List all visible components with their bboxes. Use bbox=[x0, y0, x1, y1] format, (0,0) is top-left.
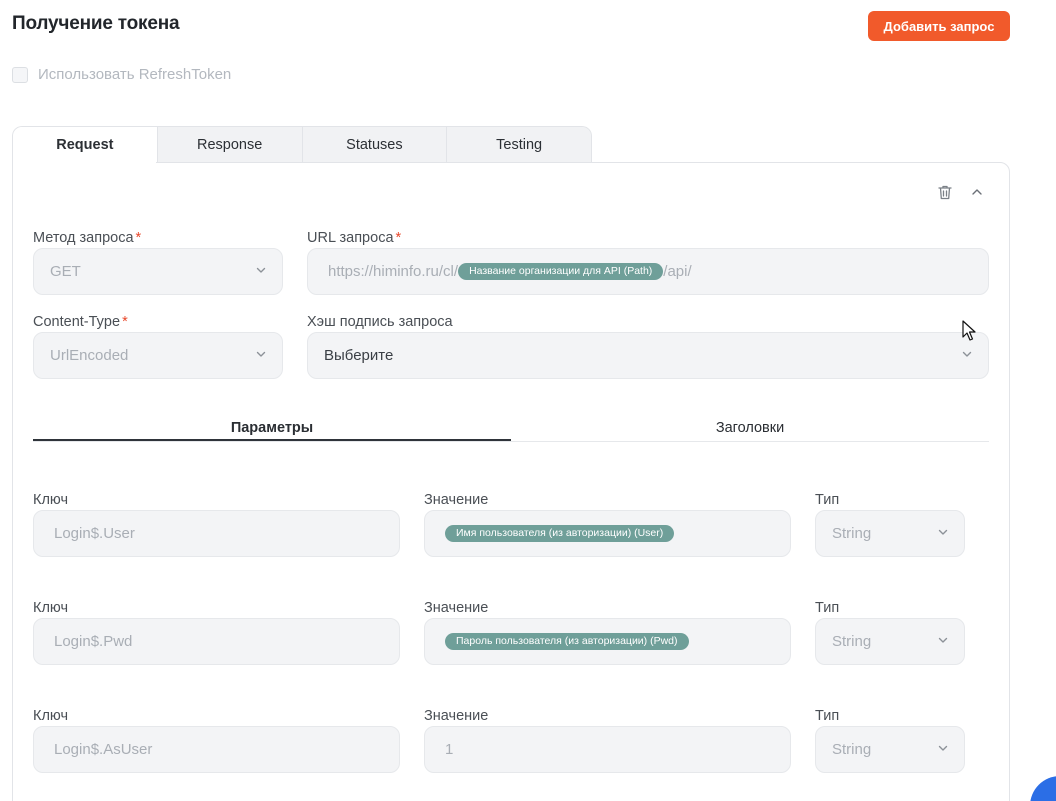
url-suffix: /api/ bbox=[663, 263, 692, 280]
add-request-button[interactable]: Добавить запрос bbox=[868, 11, 1010, 41]
param-value-input[interactable]: Имя пользователя (из авторизации) (User) bbox=[424, 510, 791, 557]
param-key-label: Ключ bbox=[33, 492, 69, 508]
param-key-label: Ключ bbox=[33, 708, 69, 724]
refresh-token-label: Использовать RefreshToken bbox=[38, 66, 232, 83]
content-type-select[interactable]: UrlEncoded bbox=[33, 332, 283, 379]
request-tabs: Request Response Statuses Testing bbox=[12, 126, 592, 163]
tab-headers[interactable]: Заголовки bbox=[511, 414, 989, 441]
tab-request[interactable]: Request bbox=[13, 127, 157, 163]
refresh-token-checkbox[interactable] bbox=[12, 66, 28, 83]
param-key-value: Login$.Pwd bbox=[54, 633, 133, 650]
tab-testing[interactable]: Testing bbox=[446, 127, 591, 163]
url-input[interactable]: https://himinfo.ru/cl/Название организац… bbox=[307, 248, 989, 295]
param-key-value: Login$.AsUser bbox=[54, 741, 153, 758]
url-prefix: https://himinfo.ru/cl/ bbox=[328, 263, 459, 280]
hash-label: Хэш подпись запроса bbox=[307, 314, 453, 330]
chevron-down-icon bbox=[938, 637, 948, 643]
param-key-input[interactable]: Login$.Pwd bbox=[33, 618, 400, 665]
param-value-chip[interactable]: Пароль пользователя (из авторизации) (Pw… bbox=[445, 633, 689, 650]
hash-select[interactable]: Выберите bbox=[307, 332, 989, 379]
method-value: GET bbox=[50, 263, 81, 280]
tab-statuses[interactable]: Statuses bbox=[301, 127, 447, 163]
method-label: Метод запроса * bbox=[33, 230, 142, 246]
refresh-token-row[interactable]: Использовать RefreshToken bbox=[12, 66, 231, 83]
param-type-value: String bbox=[832, 633, 872, 650]
chevron-down-icon bbox=[938, 529, 948, 535]
url-label: URL запроса * bbox=[307, 230, 402, 246]
tab-join bbox=[13, 161, 156, 164]
param-type-label: Тип bbox=[815, 492, 840, 508]
method-select[interactable]: GET bbox=[33, 248, 283, 295]
param-value-input[interactable]: 1 bbox=[424, 726, 791, 773]
hash-value: Выберите bbox=[324, 347, 394, 364]
param-key-input[interactable]: Login$.AsUser bbox=[33, 726, 400, 773]
params-headers-tabs: Параметры Заголовки bbox=[33, 414, 989, 442]
tab-response[interactable]: Response bbox=[156, 127, 302, 163]
param-value-text: 1 bbox=[445, 741, 454, 758]
chevron-down-icon bbox=[962, 351, 972, 357]
content-type-label: Content-Type * bbox=[33, 314, 128, 330]
param-value-chip[interactable]: Имя пользователя (из авторизации) (User) bbox=[445, 525, 675, 542]
chevron-down-icon bbox=[256, 267, 266, 273]
param-value-label: Значение bbox=[424, 600, 489, 616]
chevron-up-icon[interactable] bbox=[967, 182, 987, 202]
param-key-label: Ключ bbox=[33, 600, 69, 616]
param-type-select[interactable]: String bbox=[815, 618, 965, 665]
param-type-select[interactable]: String bbox=[815, 726, 965, 773]
content-type-value: UrlEncoded bbox=[50, 347, 129, 364]
tab-params[interactable]: Параметры bbox=[33, 414, 511, 441]
param-type-value: String bbox=[832, 741, 872, 758]
param-type-label: Тип bbox=[815, 600, 840, 616]
param-value-label: Значение bbox=[424, 492, 489, 508]
param-key-input[interactable]: Login$.User bbox=[33, 510, 400, 557]
param-type-value: String bbox=[832, 525, 872, 542]
param-value-label: Значение bbox=[424, 708, 489, 724]
url-path-chip[interactable]: Название организации для API (Path) bbox=[458, 263, 664, 280]
floating-action-button[interactable] bbox=[1030, 776, 1056, 801]
page-title: Получение токена bbox=[12, 13, 180, 34]
param-key-value: Login$.User bbox=[54, 525, 135, 542]
mouse-cursor-icon bbox=[962, 320, 976, 341]
chevron-down-icon bbox=[938, 745, 948, 751]
param-value-input[interactable]: Пароль пользователя (из авторизации) (Pw… bbox=[424, 618, 791, 665]
chevron-down-icon bbox=[256, 351, 266, 357]
trash-icon[interactable] bbox=[935, 182, 955, 202]
param-type-label: Тип bbox=[815, 708, 840, 724]
param-type-select[interactable]: String bbox=[815, 510, 965, 557]
